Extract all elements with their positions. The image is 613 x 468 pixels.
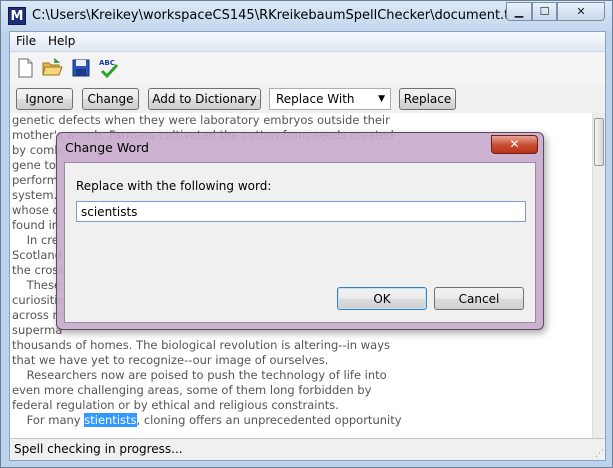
chevron-down-icon[interactable]: ▼: [378, 89, 385, 109]
replace-with-combobox[interactable]: Replace With ▼: [269, 88, 391, 110]
document-line: federal regulation or by ethical and rel…: [12, 398, 339, 412]
spellcheck-abc-text: ABC: [99, 59, 115, 67]
document-line: Researchers now are poised to push the t…: [12, 368, 387, 382]
title-bar[interactable]: M C:\Users\Kreikey\workspaceCS145\RKreik…: [1, 1, 612, 31]
document-line: that we have yet to recognize--our image…: [12, 353, 329, 367]
replace-button[interactable]: Replace: [399, 88, 456, 110]
dialog-body: Replace with the following word: OK Canc…: [64, 162, 536, 323]
replace-prompt-label: Replace with the following word:: [76, 179, 272, 193]
toolbar: ABC: [10, 53, 605, 85]
cancel-button[interactable]: Cancel: [434, 287, 524, 310]
line-suffix: , cloning offers an unprecedented opport…: [136, 413, 402, 427]
menu-help[interactable]: Help: [48, 34, 75, 48]
ok-button[interactable]: OK: [337, 287, 427, 310]
dialog-close-button[interactable]: ✕: [491, 135, 538, 154]
maximize-button[interactable]: ☐: [532, 2, 557, 21]
spellcheck-abc-icon[interactable]: ABC: [98, 57, 120, 79]
save-disk-icon[interactable]: [70, 57, 92, 79]
change-button[interactable]: Change: [82, 88, 139, 110]
action-bar: Ignore Change Add to Dictionary Replace …: [10, 85, 605, 113]
line-prefix: For many: [12, 413, 85, 427]
status-text: Spell checking in progress...: [14, 442, 183, 456]
document-line: For many stientists, cloning offers an u…: [12, 413, 402, 428]
status-bar: Spell checking in progress... ⋰: [10, 438, 605, 460]
replacement-word-input[interactable]: [76, 201, 526, 222]
vertical-scrollbar[interactable]: [592, 113, 605, 438]
close-window-button[interactable]: ✕: [557, 2, 605, 21]
ignore-button[interactable]: Ignore: [16, 88, 73, 110]
combo-value: Replace With: [276, 92, 355, 106]
menu-bar: File Help: [10, 32, 605, 52]
scrollbar-thumb[interactable]: [594, 118, 604, 166]
change-word-dialog: Change Word ✕ Replace with the following…: [56, 132, 544, 330]
minimize-button[interactable]: ▁: [506, 2, 532, 21]
document-line: genetic defects when they were laborator…: [12, 113, 390, 127]
document-line: thousands of homes. The biological revol…: [12, 338, 390, 352]
open-folder-icon[interactable]: [41, 57, 63, 79]
add-to-dictionary-button[interactable]: Add to Dictionary: [148, 88, 261, 110]
document-line: even more challenging areas, some of the…: [12, 383, 372, 397]
window-title: C:\Users\Kreikey\workspaceCS145\RKreikeb…: [32, 8, 523, 23]
new-file-icon[interactable]: [14, 57, 36, 79]
resize-grip-icon[interactable]: ⋰: [595, 449, 604, 459]
misspelled-word-highlight[interactable]: stientists: [84, 413, 137, 427]
app-logo-icon[interactable]: M: [8, 7, 26, 25]
menu-file[interactable]: File: [16, 34, 36, 48]
dialog-title: Change Word: [65, 140, 149, 155]
